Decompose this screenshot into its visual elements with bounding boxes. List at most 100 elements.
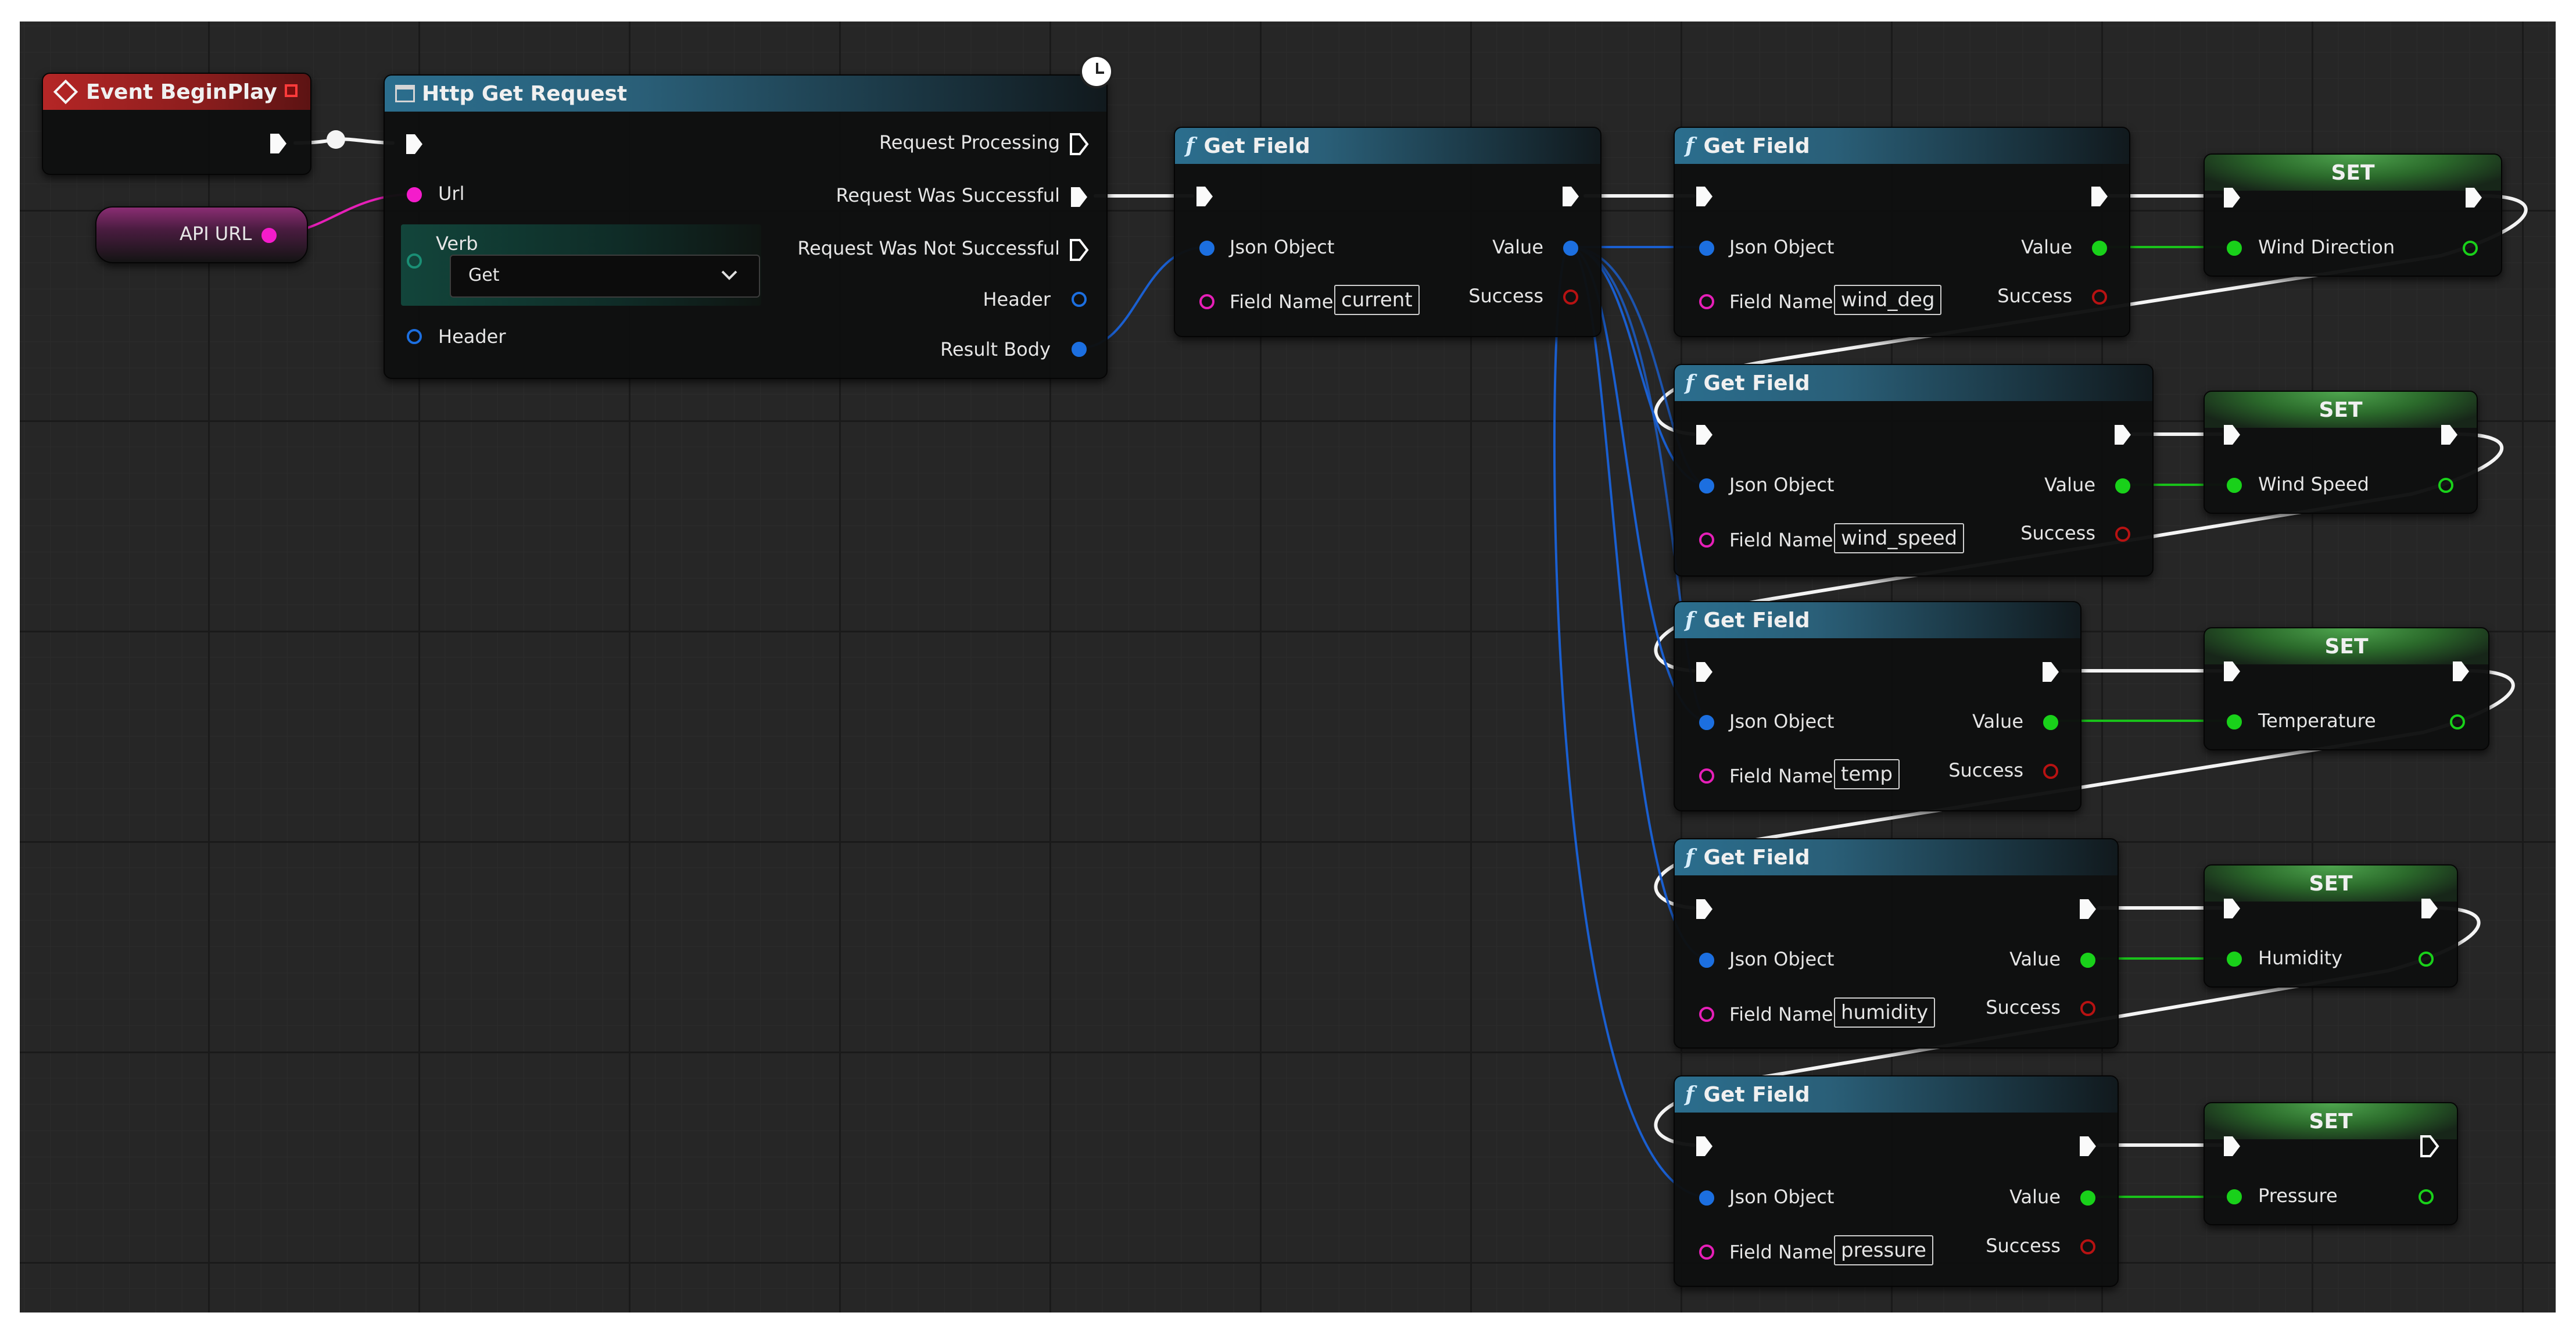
result-body-out-pin[interactable] bbox=[1072, 342, 1087, 357]
get-field-humidity-header: f Get Field bbox=[1675, 839, 2118, 875]
exec-in-pin[interactable] bbox=[1694, 1135, 1714, 1158]
exec-in-pin[interactable] bbox=[1694, 897, 1714, 921]
json-object-in-pin[interactable] bbox=[1699, 241, 1714, 256]
success-out-pin[interactable] bbox=[2043, 764, 2058, 779]
event-beginplay-node[interactable]: Event BeginPlay bbox=[42, 73, 311, 175]
json-object-in-pin[interactable] bbox=[1199, 241, 1214, 256]
value-out-pin[interactable] bbox=[2080, 953, 2095, 968]
http-get-request-node[interactable]: Http Get Request Url Verb Get Header Req… bbox=[384, 55, 1113, 379]
json-object-in-pin[interactable] bbox=[1699, 953, 1714, 968]
exec-in-pin[interactable] bbox=[1694, 185, 1714, 208]
exec-out-pin[interactable] bbox=[2078, 1135, 2098, 1158]
field-name-input[interactable]: current bbox=[1334, 285, 1420, 315]
exec-out-pin[interactable] bbox=[2078, 897, 2098, 921]
field-name-input[interactable]: wind_speed bbox=[1834, 523, 1965, 553]
get-field-temp-node[interactable]: f Get Field Json Object Field Name temp V… bbox=[1674, 601, 2081, 811]
delegate-pin-icon[interactable] bbox=[285, 84, 298, 97]
request-successful-exec-pin[interactable] bbox=[1069, 185, 1089, 209]
exec-in-pin[interactable] bbox=[2222, 897, 2242, 920]
verb-label: Verb bbox=[436, 233, 478, 255]
verb-in-pin[interactable] bbox=[407, 253, 422, 269]
field-name-in-pin[interactable] bbox=[1699, 294, 1714, 309]
get-field-current-title: Get Field bbox=[1203, 134, 1310, 158]
field-name-input[interactable]: humidity bbox=[1834, 997, 1936, 1028]
exec-out-pin[interactable] bbox=[2090, 185, 2109, 208]
set-wind-direction-header: SET bbox=[2205, 155, 2501, 191]
url-in-pin[interactable] bbox=[407, 187, 422, 202]
exec-out-pin[interactable] bbox=[2439, 423, 2459, 446]
success-out-pin[interactable] bbox=[2115, 527, 2130, 542]
get-field-humidity-title: Get Field bbox=[1703, 845, 1810, 870]
exec-in-pin[interactable] bbox=[2222, 423, 2242, 446]
exec-out-pin[interactable] bbox=[2041, 660, 2061, 684]
exec-in-pin[interactable] bbox=[2222, 1135, 2242, 1158]
field-name-input[interactable]: temp bbox=[1834, 759, 1900, 789]
json-object-in-pin[interactable] bbox=[1699, 478, 1714, 493]
exec-in-pin[interactable] bbox=[2222, 660, 2242, 683]
success-out-pin[interactable] bbox=[2092, 289, 2107, 305]
get-field-pressure-node[interactable]: f Get Field Json Object Field Name pressu… bbox=[1674, 1075, 2119, 1287]
request-not-successful-exec-pin[interactable] bbox=[1069, 238, 1089, 262]
value-out-pin[interactable] bbox=[1563, 241, 1578, 256]
value-out-pin[interactable] bbox=[2463, 241, 2478, 256]
field-name-label: Field Name bbox=[1729, 529, 1833, 551]
set-pressure-header: SET bbox=[2205, 1103, 2457, 1139]
set-wind-speed-node[interactable]: SET Wind Speed bbox=[2204, 391, 2478, 514]
field-name-in-pin[interactable] bbox=[1699, 532, 1714, 548]
verb-dropdown[interactable]: Get bbox=[450, 255, 760, 298]
value-out-pin[interactable] bbox=[2419, 952, 2434, 967]
set-var-label: Temperature bbox=[2258, 710, 2376, 732]
json-object-in-pin[interactable] bbox=[1699, 1190, 1714, 1206]
value-out-pin[interactable] bbox=[2419, 1189, 2434, 1204]
field-name-label: Field Name bbox=[1729, 765, 1833, 787]
value-out-pin[interactable] bbox=[2115, 478, 2130, 493]
field-name-input[interactable]: wind_deg bbox=[1834, 285, 1942, 315]
header-in-pin[interactable] bbox=[407, 329, 422, 344]
get-field-wind-speed-node[interactable]: f Get Field Json Object Field Name wind_s… bbox=[1674, 364, 2154, 577]
value-out-pin[interactable] bbox=[2092, 241, 2107, 256]
exec-out-pin[interactable] bbox=[2113, 423, 2133, 446]
exec-out-pin[interactable] bbox=[1561, 185, 1581, 208]
exec-out-pin[interactable] bbox=[2464, 186, 2484, 209]
set-pressure-node[interactable]: SET Pressure bbox=[2204, 1102, 2458, 1225]
value-out-pin[interactable] bbox=[2450, 714, 2465, 729]
api-url-out-pin[interactable] bbox=[261, 228, 277, 243]
verb-dropdown-value: Get bbox=[468, 265, 500, 285]
field-name-input[interactable]: pressure bbox=[1834, 1235, 1933, 1265]
value-out-pin[interactable] bbox=[2438, 478, 2453, 493]
value-in-pin[interactable] bbox=[2227, 952, 2242, 967]
value-out-pin[interactable] bbox=[2043, 715, 2058, 730]
request-processing-exec-pin[interactable] bbox=[1069, 133, 1089, 156]
exec-in-pin[interactable] bbox=[404, 133, 424, 156]
exec-out-pin[interactable] bbox=[2420, 1135, 2439, 1158]
field-name-in-pin[interactable] bbox=[1699, 1007, 1714, 1022]
get-field-wind-deg-node[interactable]: f Get Field Json Object Field Name wind_d… bbox=[1674, 127, 2130, 337]
value-in-pin[interactable] bbox=[2227, 241, 2242, 256]
exec-in-pin[interactable] bbox=[1195, 185, 1214, 208]
success-out-pin[interactable] bbox=[2080, 1239, 2095, 1254]
set-wind-direction-node[interactable]: SET Wind Direction bbox=[2204, 153, 2502, 277]
field-name-in-pin[interactable] bbox=[1199, 294, 1214, 309]
value-in-pin[interactable] bbox=[2227, 714, 2242, 729]
exec-in-pin[interactable] bbox=[1694, 660, 1714, 684]
header-out-pin[interactable] bbox=[1072, 292, 1087, 307]
success-out-pin[interactable] bbox=[1563, 289, 1578, 305]
api-url-variable-node[interactable]: API URL bbox=[95, 206, 308, 263]
chevron-down-icon bbox=[721, 270, 737, 280]
exec-out-pin[interactable] bbox=[2451, 660, 2471, 683]
set-humidity-node[interactable]: SET Humidity bbox=[2204, 864, 2458, 988]
get-field-humidity-node[interactable]: f Get Field Json Object Field Name humidi… bbox=[1674, 838, 2119, 1049]
value-in-pin[interactable] bbox=[2227, 1189, 2242, 1204]
set-temperature-node[interactable]: SET Temperature bbox=[2204, 627, 2489, 750]
success-out-pin[interactable] bbox=[2080, 1001, 2095, 1016]
value-in-pin[interactable] bbox=[2227, 478, 2242, 493]
field-name-in-pin[interactable] bbox=[1699, 768, 1714, 784]
exec-out-pin[interactable] bbox=[2420, 897, 2439, 920]
field-name-in-pin[interactable] bbox=[1699, 1244, 1714, 1260]
get-field-current-node[interactable]: f Get Field Json Object Field Name curren… bbox=[1174, 127, 1602, 337]
exec-out-pin[interactable] bbox=[268, 132, 288, 155]
exec-in-pin[interactable] bbox=[1694, 423, 1714, 446]
json-object-in-pin[interactable] bbox=[1699, 715, 1714, 730]
value-out-pin[interactable] bbox=[2080, 1190, 2095, 1206]
exec-in-pin[interactable] bbox=[2222, 186, 2242, 209]
